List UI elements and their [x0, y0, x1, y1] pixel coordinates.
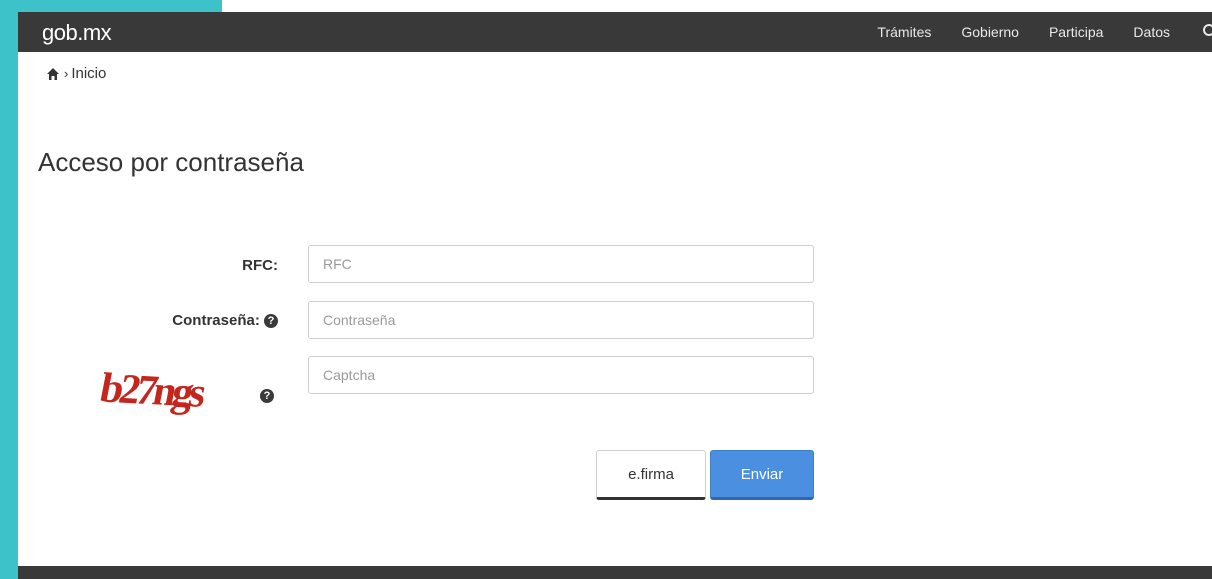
captcha-input[interactable]	[308, 356, 814, 394]
breadcrumb: › Inicio	[46, 65, 106, 82]
rfc-label: RFC:	[198, 257, 278, 274]
enviar-button[interactable]: Enviar	[710, 450, 814, 500]
captcha-image: b27ngs	[96, 365, 207, 417]
nav-item-gobierno[interactable]: Gobierno	[961, 24, 1019, 40]
frame-strip	[222, 0, 1212, 12]
home-icon[interactable]	[46, 67, 60, 81]
main-nav: Trámites Gobierno Participa Datos	[877, 12, 1212, 52]
password-label: Contraseña: ?	[118, 312, 278, 329]
rfc-label-text: RFC:	[242, 257, 278, 274]
nav-item-tramites[interactable]: Trámites	[877, 24, 931, 40]
gobmx-logo[interactable]: gob.mx	[42, 20, 112, 46]
efirma-button[interactable]: e.firma	[596, 450, 706, 500]
page-title: Acceso por contraseña	[38, 147, 304, 177]
password-help-icon[interactable]: ?	[264, 314, 278, 329]
frame-border-top	[0, 0, 222, 12]
main-content: › Inicio Acceso por contraseña RFC: Cont…	[18, 52, 1212, 566]
password-label-text: Contraseña:	[172, 312, 260, 329]
footer-bar	[18, 566, 1212, 579]
rfc-input[interactable]	[308, 245, 814, 283]
password-input[interactable]	[308, 301, 814, 339]
search-icon[interactable]	[1200, 12, 1212, 52]
nav-item-datos[interactable]: Datos	[1133, 24, 1170, 40]
breadcrumb-separator: ›	[64, 66, 69, 81]
captcha-help-icon[interactable]: ?	[260, 389, 274, 403]
nav-item-participa[interactable]: Participa	[1049, 24, 1103, 40]
breadcrumb-current[interactable]: Inicio	[71, 65, 106, 82]
top-navigation-bar: gob.mx Trámites Gobierno Participa Datos	[18, 12, 1212, 52]
